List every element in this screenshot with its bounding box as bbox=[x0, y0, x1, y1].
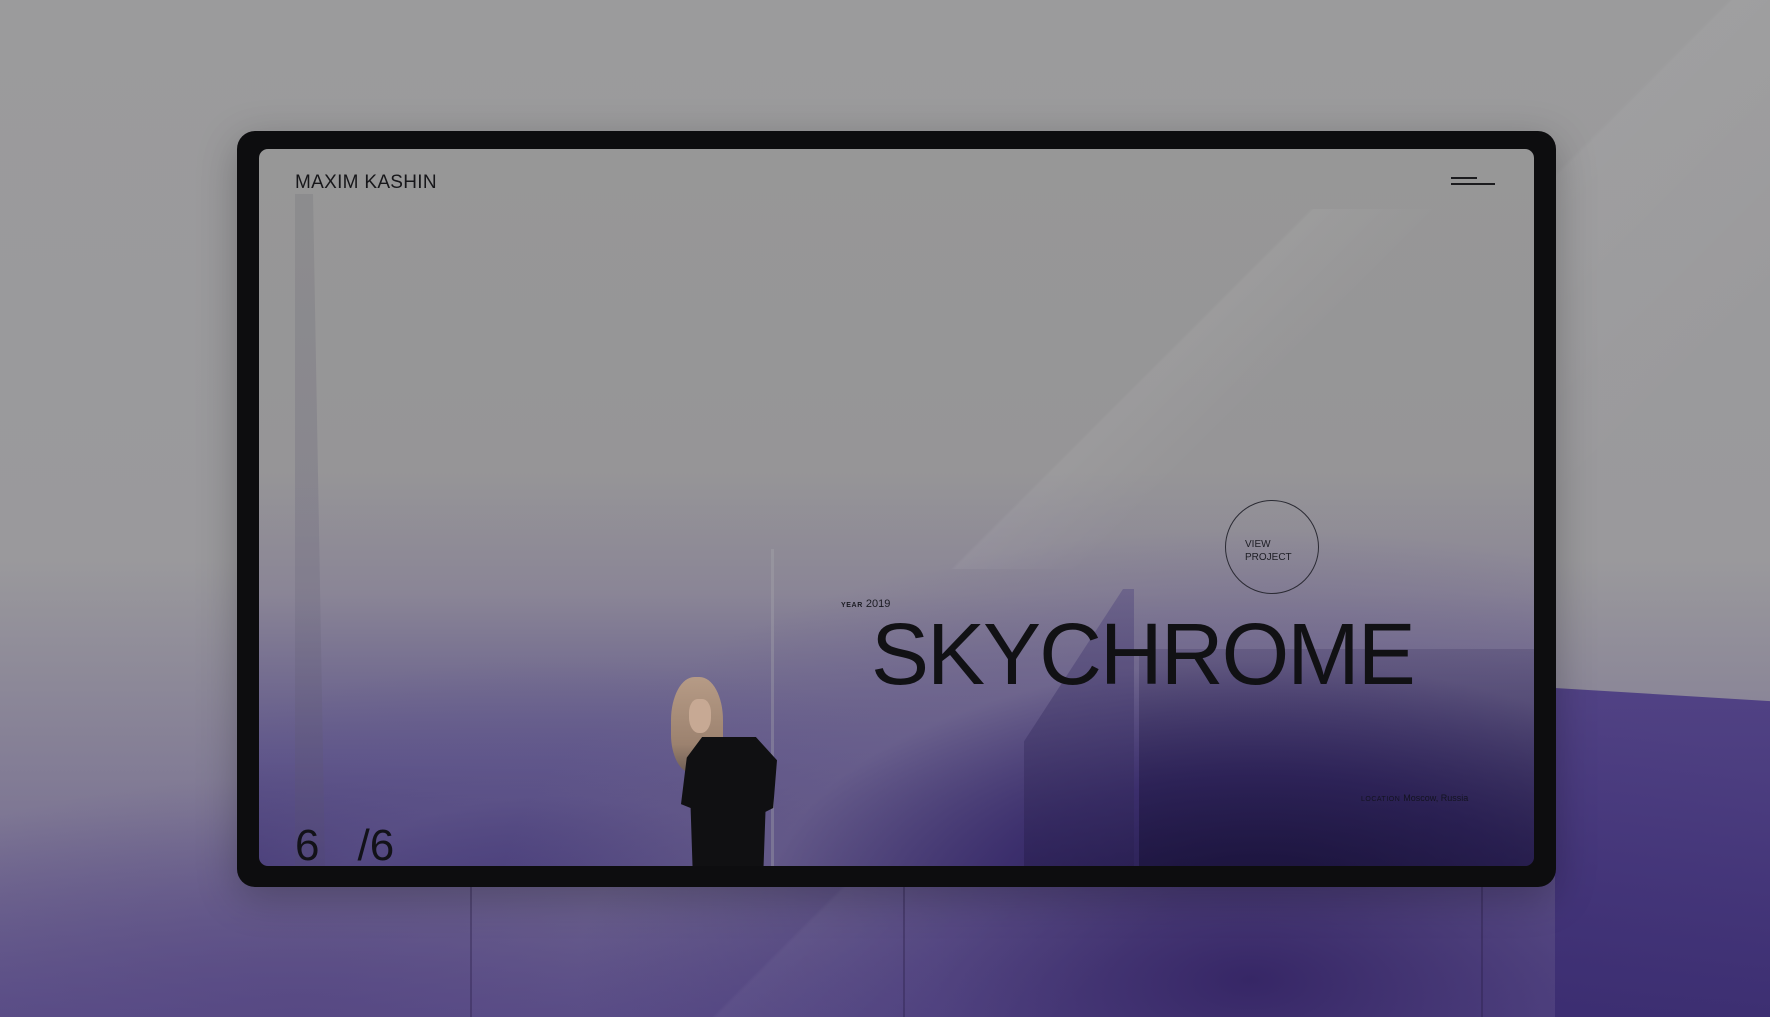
website-screen: MAXIM KASHIN VIEW PROJECT YEAR 2019 SKYCH… bbox=[259, 149, 1534, 866]
location-label: LOCATION bbox=[1361, 796, 1401, 803]
hero-person-image bbox=[667, 677, 777, 866]
background-pillar bbox=[1481, 880, 1483, 1017]
slide-counter: 6/6 bbox=[295, 821, 395, 867]
brand-logo-link[interactable]: MAXIM KASHIN bbox=[295, 172, 437, 194]
background-pillar bbox=[903, 880, 905, 1017]
person-face bbox=[689, 699, 711, 733]
background-pillar bbox=[470, 880, 472, 1017]
slide-total: /6 bbox=[357, 821, 395, 867]
device-frame: MAXIM KASHIN VIEW PROJECT YEAR 2019 SKYCH… bbox=[237, 131, 1556, 887]
background-purple-plane bbox=[1555, 688, 1770, 1017]
menu-line-bottom bbox=[1451, 183, 1495, 185]
view-project-button[interactable]: VIEW PROJECT bbox=[1225, 500, 1319, 594]
hero-wall-left bbox=[295, 194, 325, 866]
person-body bbox=[681, 737, 777, 866]
project-location: LOCATION Moscow, Russia bbox=[1361, 793, 1468, 803]
hero-wall-diagonal bbox=[771, 209, 1534, 569]
location-value: Moscow, Russia bbox=[1403, 793, 1469, 803]
hamburger-menu-icon[interactable] bbox=[1451, 175, 1495, 191]
menu-line-top bbox=[1451, 177, 1477, 179]
slide-current: 6 bbox=[295, 821, 320, 867]
view-project-label: VIEW PROJECT bbox=[1245, 539, 1292, 563]
year-label: YEAR bbox=[841, 602, 863, 609]
project-title: SKYCHROME bbox=[871, 606, 1416, 703]
